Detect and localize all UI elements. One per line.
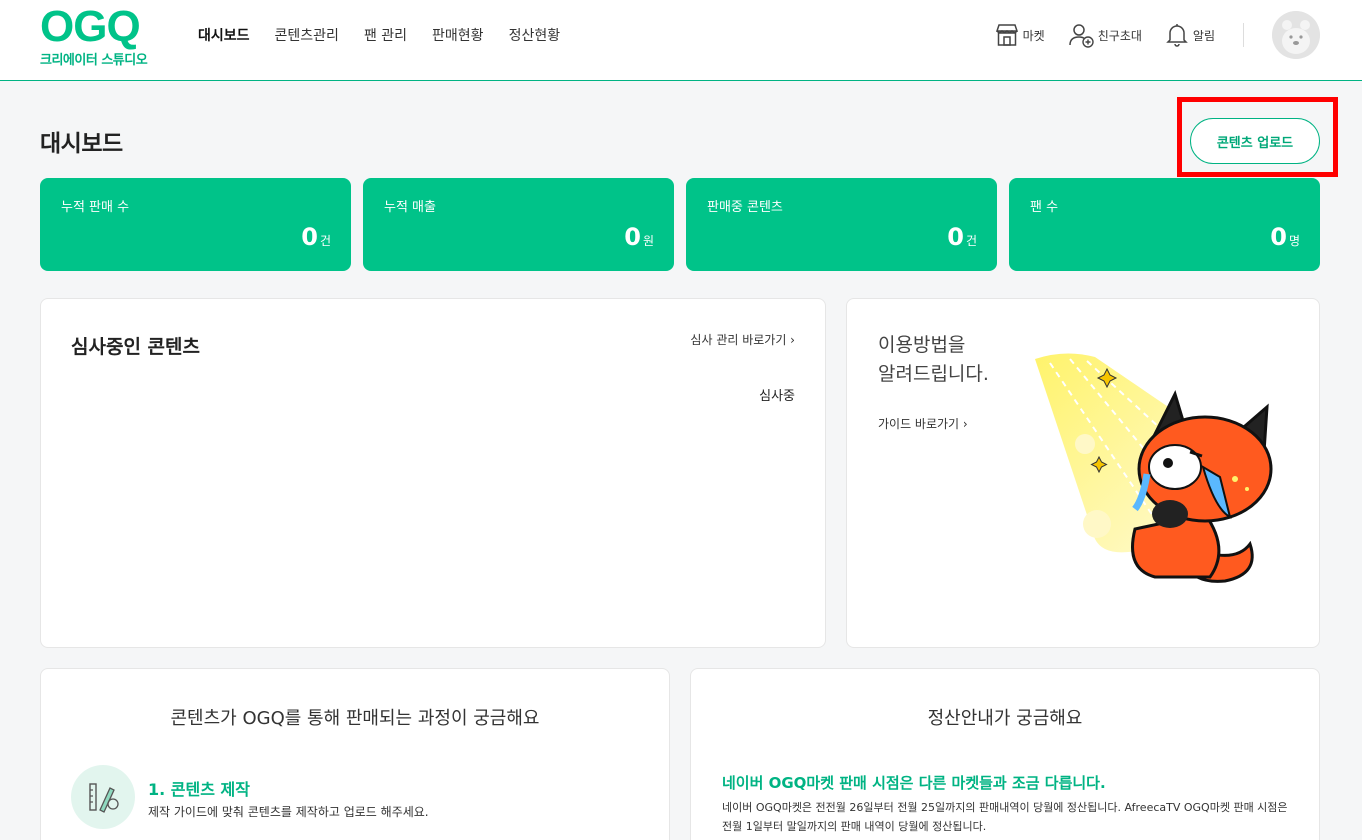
crying-fox-illustration	[1035, 353, 1273, 583]
profile-avatar[interactable]	[1272, 11, 1320, 59]
stat-number: 0	[947, 223, 964, 251]
review-panel-title: 심사중인 콘텐츠	[71, 336, 200, 358]
invite-friend-button[interactable]: 친구초대	[1067, 21, 1142, 49]
review-content-panel: 심사중인 콘텐츠 심사 관리 바로가기 › 심사중	[40, 298, 826, 648]
stat-unit: 건	[319, 234, 331, 248]
add-user-icon	[1068, 24, 1094, 48]
main-nav: 대시보드 콘텐츠관리 팬 관리 판매현황 정산현황	[198, 25, 585, 45]
step-description: 제작 가이드에 맞춰 콘텐츠를 제작하고 업로드 해주세요.	[148, 805, 429, 819]
stat-label: 누적 매출	[384, 200, 436, 215]
process-panel-title: 콘텐츠가 OGQ를 통해 판매되는 과정이 궁금해요	[170, 708, 540, 729]
stat-label: 팬 수	[1030, 200, 1059, 215]
stat-value: 0건	[947, 223, 977, 251]
nav-content-management[interactable]: 콘텐츠관리	[275, 25, 339, 45]
nav-sales-status[interactable]: 판매현황	[432, 25, 484, 45]
guide-title-line2: 알려드립니다.	[878, 363, 989, 385]
sales-process-panel: 콘텐츠가 OGQ를 통해 판매되는 과정이 궁금해요 1. 콘텐츠 제작 제작 …	[40, 668, 670, 840]
store-icon	[995, 24, 1018, 46]
stat-label: 판매중 콘텐츠	[707, 200, 783, 215]
header-actions: 마켓 친구초대 알림	[994, 11, 1320, 59]
stat-label: 누적 판매 수	[61, 200, 130, 215]
stat-unit: 원	[642, 234, 654, 248]
guide-title-line1: 이용방법을	[878, 334, 966, 356]
nav-fan-management[interactable]: 팬 관리	[364, 25, 407, 45]
review-status-label: 심사중	[759, 389, 795, 404]
content-creation-icon	[71, 765, 135, 829]
stat-card-total-sales: 누적 판매 수 0건	[40, 178, 351, 271]
bear-avatar-icon	[1272, 11, 1320, 59]
stat-value: 0건	[301, 223, 331, 251]
guide-link[interactable]: 가이드 바로가기 ›	[878, 415, 968, 432]
review-management-link[interactable]: 심사 관리 바로가기 ›	[690, 331, 795, 348]
top-header: OGQ 크리에이터 스튜디오 대시보드 콘텐츠관리 팬 관리 판매현황 정산현황…	[0, 0, 1362, 81]
stat-unit: 건	[965, 234, 977, 248]
stat-number: 0	[301, 223, 318, 251]
stat-number: 0	[1270, 223, 1287, 251]
settlement-headline: 네이버 OGQ마켓 판매 시점은 다른 마켓들과 조금 다릅니다.	[722, 774, 1106, 792]
ogq-logo[interactable]: OGQ 크리에이터 스튜디오	[40, 2, 152, 69]
page-title: 대시보드	[40, 131, 123, 157]
stat-card-selling-content: 판매중 콘텐츠 0건	[686, 178, 997, 271]
step-title: 1. 콘텐츠 제작	[148, 780, 250, 799]
guide-panel: 이용방법을 알려드립니다. 가이드 바로가기 ›	[846, 298, 1320, 648]
invite-label: 친구초대	[1097, 28, 1142, 43]
content-upload-button[interactable]: 콘텐츠 업로드	[1190, 118, 1320, 164]
nav-dashboard[interactable]: 대시보드	[198, 25, 250, 45]
stat-card-total-revenue: 누적 매출 0원	[363, 178, 674, 271]
stat-number: 0	[624, 223, 641, 251]
settlement-panel-title: 정산안내가 궁금해요	[927, 708, 1083, 729]
market-label: 마켓	[1022, 28, 1045, 43]
stat-value: 0원	[624, 223, 654, 251]
guide-title: 이용방법을 알려드립니다.	[878, 331, 989, 389]
ruler-pencil-icon	[89, 783, 119, 813]
stat-unit: 명	[1288, 234, 1300, 248]
logo-word: OGQ	[40, 2, 141, 51]
nav-settlement-status[interactable]: 정산현황	[509, 25, 561, 45]
bell-icon	[1166, 24, 1188, 47]
logo-subtitle: 크리에이터 스튜디오	[40, 53, 148, 68]
notification-button[interactable]: 알림	[1164, 22, 1215, 48]
stat-value: 0명	[1270, 223, 1300, 251]
settlement-body: 네이버 OGQ마켓은 전전월 26일부터 전월 25일까지의 판매내역이 당월에…	[722, 801, 1288, 833]
header-divider	[1243, 23, 1244, 47]
settlement-guide-panel: 정산안내가 궁금해요 네이버 OGQ마켓 판매 시점은 다른 마켓들과 조금 다…	[690, 668, 1320, 840]
market-button[interactable]: 마켓	[994, 22, 1045, 48]
stat-card-fans: 팬 수 0명	[1009, 178, 1320, 271]
notification-label: 알림	[1192, 28, 1215, 43]
